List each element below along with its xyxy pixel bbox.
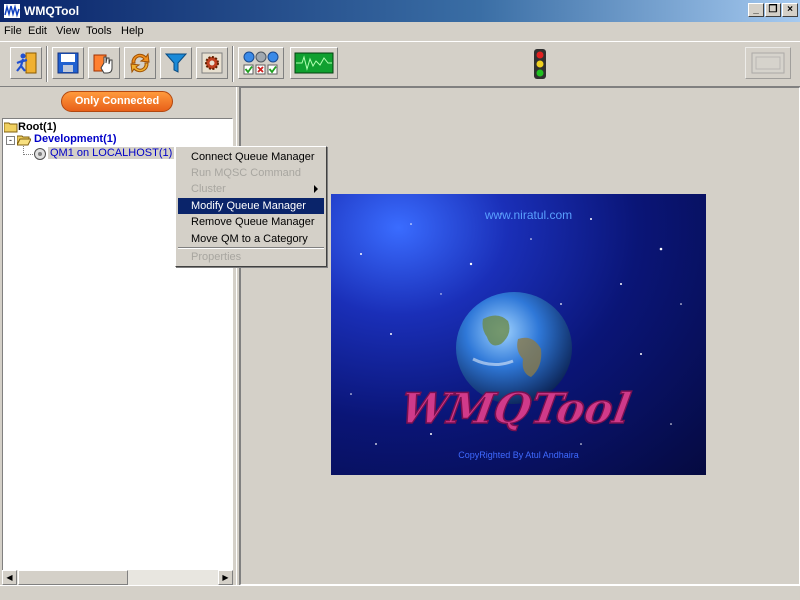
filter-button[interactable] — [160, 47, 192, 79]
refresh-button[interactable] — [124, 47, 156, 79]
tree-root[interactable]: Root(1) — [18, 121, 57, 133]
scroll-left-arrow[interactable]: ◀ — [2, 570, 17, 585]
hand-icon — [93, 54, 113, 74]
status-bar — [0, 585, 800, 600]
menu-item-connect-queue-manager[interactable]: Connect Queue Manager — [178, 149, 324, 165]
minimize-button[interactable]: _ — [748, 3, 764, 17]
wmqtool-logo: WMQTool — [390, 384, 636, 435]
refresh-icon — [130, 52, 150, 74]
save-icon — [57, 52, 79, 74]
copyright-text: CopyRighted By Atul Andhaira — [458, 450, 579, 460]
status-lights-icon — [243, 51, 279, 75]
menu-item-properties[interactable]: Properties — [178, 249, 324, 265]
filter-icon — [164, 53, 188, 73]
only-connected-button[interactable]: Only Connected — [61, 91, 173, 112]
menu-item-cluster-label: Cluster — [191, 183, 226, 195]
disabled-tool-button[interactable] — [745, 47, 791, 79]
restore-button[interactable]: ❐ — [765, 3, 781, 17]
splash-image: www.niratul.com WMQTool CopyRighted By A… — [331, 194, 706, 475]
menu-tools[interactable]: Tools — [86, 25, 112, 37]
menu-help[interactable]: Help — [121, 25, 144, 37]
traffic-light-icon — [534, 49, 546, 79]
menu-item-modify-queue-manager[interactable]: Modify Queue Manager — [178, 198, 324, 214]
menu-item-cluster[interactable]: Cluster — [178, 181, 324, 197]
toolbar — [0, 41, 800, 87]
title-bar: WMQTool _ ❐ × — [0, 0, 800, 22]
hand-button[interactable] — [88, 47, 120, 79]
app-icon — [4, 4, 20, 18]
panel-icon — [751, 52, 785, 74]
toolbar-separator — [46, 46, 48, 82]
tree-item-qm1[interactable]: QM1 on LOCALHOST(1) — [48, 147, 175, 159]
svg-text:WMQTool: WMQTool — [391, 384, 636, 433]
scroll-thumb[interactable] — [18, 570, 128, 585]
settings-icon — [201, 52, 223, 74]
menu-bar: File Edit View Tools Help — [0, 22, 800, 41]
menu-view[interactable]: View — [56, 25, 80, 37]
window-title: WMQTool — [24, 4, 80, 18]
status-lights-button[interactable] — [238, 47, 284, 79]
horizontal-scrollbar[interactable]: ◀ ▶ — [2, 570, 233, 585]
folder-icon — [4, 122, 18, 133]
save-button[interactable] — [52, 47, 84, 79]
monitor-icon — [294, 52, 334, 74]
menu-item-run-mqsc-command[interactable]: Run MQSC Command — [178, 165, 324, 181]
settings-button[interactable] — [196, 47, 228, 79]
scroll-right-arrow[interactable]: ▶ — [218, 570, 233, 585]
exit-icon — [16, 52, 37, 74]
menu-edit[interactable]: Edit — [28, 25, 47, 37]
monitor-button[interactable] — [290, 47, 338, 79]
close-button[interactable]: × — [782, 3, 798, 17]
toolbar-separator — [232, 46, 234, 82]
tree-category-development[interactable]: Development(1) — [34, 133, 117, 145]
context-menu: Connect Queue Manager Run MQSC Command C… — [175, 146, 327, 267]
menu-file[interactable]: File — [4, 25, 22, 37]
website-url: www.niratul.com — [484, 208, 573, 222]
queue-manager-icon — [34, 148, 46, 160]
collapse-toggle[interactable]: - — [6, 136, 15, 145]
folder-open-icon — [17, 135, 31, 146]
exit-button[interactable] — [10, 47, 42, 79]
menu-item-remove-queue-manager[interactable]: Remove Queue Manager — [178, 214, 324, 230]
submenu-arrow-icon — [314, 185, 318, 193]
tree-line — [23, 154, 33, 155]
menu-item-move-qm-to-category[interactable]: Move QM to a Category — [178, 231, 324, 247]
